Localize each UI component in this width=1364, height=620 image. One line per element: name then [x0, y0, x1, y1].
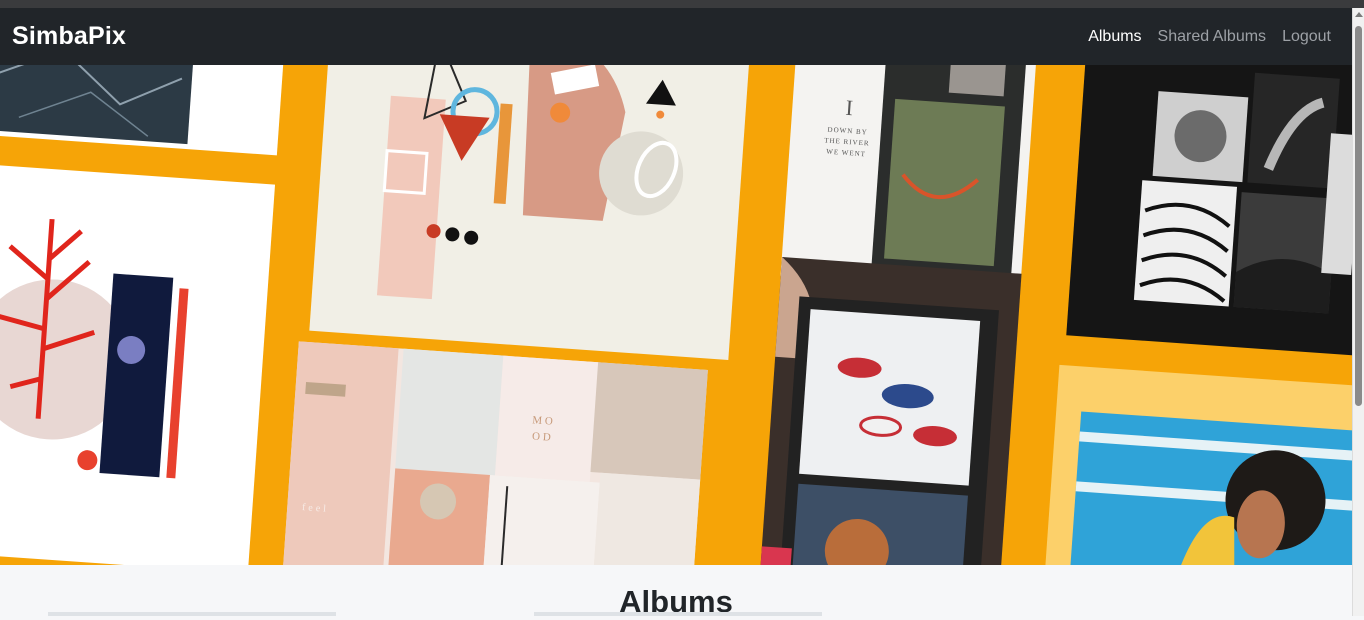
album-card-edge	[534, 612, 822, 616]
portrait-photo-tile	[1042, 364, 1352, 565]
feel-text: feel	[301, 502, 330, 515]
abstract-face-tile	[309, 65, 753, 360]
hero-collage-image	[0, 65, 1352, 565]
hero-collage-banner: I DOWN BY THE RIVER WE WENT M O O D feel	[0, 65, 1352, 565]
nav-link-logout[interactable]: Logout	[1282, 28, 1331, 46]
window-top-strip	[0, 0, 1364, 8]
mood-line-2: O D	[531, 430, 552, 444]
page-scrollbar[interactable]	[1352, 8, 1364, 616]
navbar: SimbaPix Albums Shared Albums Logout	[0, 8, 1352, 65]
scrollbar-thumb[interactable]	[1355, 26, 1362, 406]
film-strip-tile	[759, 257, 1022, 565]
poem-numeral: I	[844, 94, 854, 121]
poem-line-2: THE RIVER	[823, 136, 870, 148]
nav-link-shared-albums[interactable]: Shared Albums	[1158, 28, 1267, 46]
bw-collage-tile	[1066, 65, 1352, 356]
brand-logo[interactable]: SimbaPix	[12, 22, 126, 51]
album-card-edge	[48, 612, 336, 616]
coral-art-tile	[0, 163, 276, 565]
poem-line-1: DOWN BY	[827, 125, 869, 137]
nav-links: Albums Shared Albums Logout	[1088, 28, 1331, 46]
marble-tile	[0, 65, 286, 156]
scroll-up-arrow-icon[interactable]	[1355, 12, 1363, 17]
nav-link-albums[interactable]: Albums	[1088, 28, 1141, 46]
mood-board-tile	[282, 341, 708, 565]
mood-text-block: M O O D	[521, 412, 563, 447]
poem-text-block: I DOWN BY THE RIVER WE WENT	[816, 93, 880, 159]
